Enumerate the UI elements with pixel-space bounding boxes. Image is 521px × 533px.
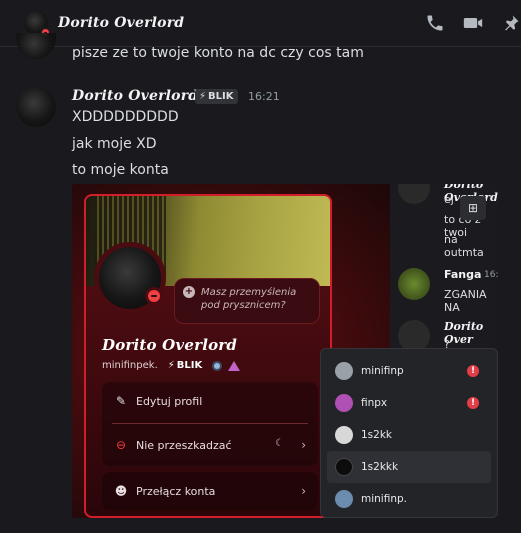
account-switcher-dropdown: minifinp ! finpx ! 1s2kk 1s2kkk minifinp…: [320, 348, 498, 518]
message-line: XDDDDDDDDD: [72, 109, 179, 125]
message-line: jak moje XD: [72, 136, 157, 152]
account-item[interactable]: 1s2kkk: [327, 451, 491, 483]
profile-card: + Masz przemyślenia pod prysznicem? Dori…: [84, 194, 332, 518]
add-reaction-icon[interactable]: ⊞: [460, 196, 486, 220]
chevron-right-icon: ›: [301, 484, 306, 498]
account-avatar: [335, 394, 353, 412]
account-item[interactable]: minifinp.: [327, 483, 491, 515]
header-avatar[interactable]: [24, 11, 51, 38]
add-status-icon: +: [183, 286, 195, 298]
pencil-icon: ✎: [115, 394, 127, 408]
user-circle-icon: ☻: [114, 484, 128, 498]
channel-title: Dorito Overlord: [58, 15, 185, 31]
dnd-icon: ⊖: [115, 438, 127, 452]
author-name[interactable]: Dorito Overlord: [72, 88, 198, 104]
image-attachment[interactable]: Dorito Overlord ej to co z twoi na outmt…: [72, 184, 498, 518]
side-avatar: [398, 268, 430, 300]
author-avatar[interactable]: [16, 87, 56, 127]
account-item[interactable]: 1s2kk: [327, 419, 491, 451]
previous-message: pisze ze to twoje konto na dc czy cos ta…: [0, 33, 521, 67]
account-item[interactable]: finpx !: [327, 387, 491, 419]
channel-header: Dorito Overlord: [0, 0, 521, 47]
triangle-badge-icon: [228, 360, 241, 371]
video-call-icon[interactable]: [463, 13, 483, 33]
moon-icon: ☾: [275, 438, 284, 449]
lightning-icon: ⚡: [199, 91, 207, 102]
server-tag[interactable]: ⚡ BLIK: [195, 89, 238, 104]
dnd-status-icon: [145, 287, 163, 305]
profile-menu: ✎ Edytuj profil ⊖ Nie przeszkadzać ☾ ›: [102, 382, 318, 466]
account-avatar: [335, 362, 353, 380]
profile-username: minifinpek.: [102, 360, 158, 371]
side-text: ZGANIA NA: [444, 288, 487, 314]
lightning-icon: ⚡: [167, 360, 175, 371]
account-avatar: [335, 426, 353, 444]
pin-icon[interactable]: [501, 13, 521, 33]
dnd-status-button[interactable]: ⊖ Nie przeszkadzać ☾ ›: [102, 426, 318, 464]
side-author: Fanga: [444, 268, 482, 281]
side-author: Dorito Over: [444, 320, 484, 346]
side-time: 16:2: [484, 270, 498, 280]
warning-icon: !: [467, 365, 479, 377]
profile-display-name: Dorito Overlord: [102, 336, 238, 354]
account-avatar: [335, 490, 353, 508]
edit-profile-button[interactable]: ✎ Edytuj profil: [102, 382, 318, 420]
switch-accounts-button[interactable]: ☻ Przełącz konta ›: [102, 472, 318, 510]
divider: [112, 423, 308, 424]
phone-call-icon[interactable]: [425, 13, 445, 33]
profile-subline: minifinpek. ⚡ BLIK: [102, 359, 241, 372]
server-tag: ⚡ BLIK: [167, 360, 203, 371]
side-text: na outmta: [444, 233, 484, 259]
account-avatar: [335, 458, 353, 476]
message-line: to moje konta: [72, 162, 169, 178]
message-timestamp: 16:21: [248, 90, 280, 103]
profile-avatar[interactable]: [94, 242, 166, 314]
warning-icon: !: [467, 397, 479, 409]
status-bubble[interactable]: + Masz przemyślenia pod prysznicem?: [174, 278, 320, 324]
badge-icon: [212, 360, 223, 371]
account-item[interactable]: minifinp !: [327, 355, 491, 387]
previous-author-avatar[interactable]: [16, 33, 56, 59]
side-avatar: [398, 184, 430, 204]
side-text: ej: [444, 193, 454, 206]
message-text: pisze ze to twoje konto na dc czy cos ta…: [72, 45, 364, 61]
chevron-right-icon: ›: [301, 438, 306, 452]
